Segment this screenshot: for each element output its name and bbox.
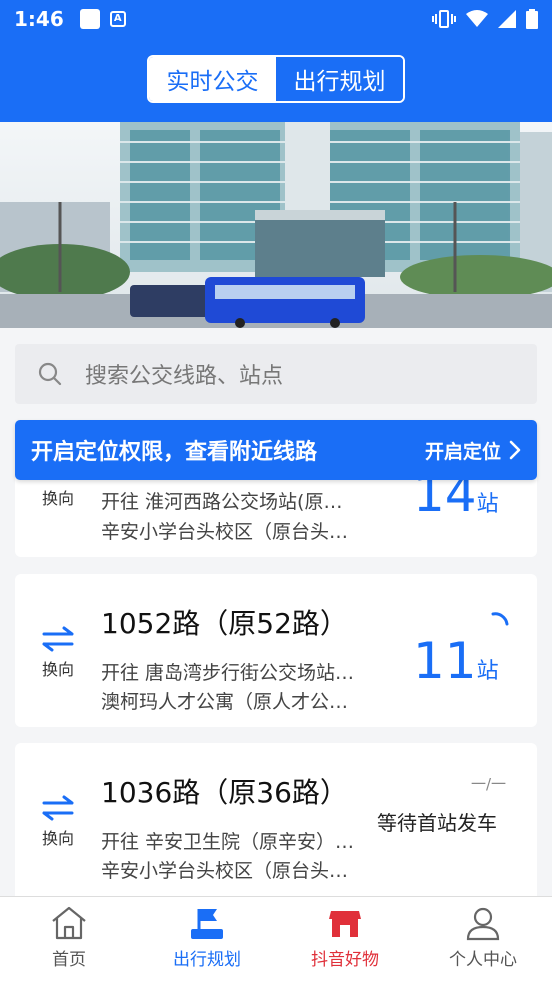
status-time: 1:46 [14, 7, 64, 31]
route-origin: 澳柯玛人才公寓（原人才公… [101, 691, 349, 713]
wifi-icon [466, 10, 488, 27]
battery-icon [526, 9, 538, 29]
user-icon [466, 907, 500, 941]
app-notification-icon: A [109, 11, 126, 27]
tab-trip-plan[interactable]: 出行规划 [138, 897, 276, 981]
arrival-placeholder: 一/一 [471, 775, 507, 793]
route-card[interactable]: 换向 1036路（原36路） 开往 辛安卫生院（原辛安）… 辛安小学台头校区（原… [15, 743, 537, 896]
vibrate-icon [432, 10, 456, 28]
route-destination: 开往 辛安卫生院（原辛安）… [101, 831, 355, 853]
top-header: 实时公交 出行规划 [0, 38, 552, 122]
tab-shop-label: 抖音好物 [311, 950, 379, 970]
tab-trip-plan-label: 出行规划 [173, 950, 241, 970]
stops-away: 11站 [413, 632, 499, 690]
swap-label: 换向 [41, 489, 74, 508]
search-bar[interactable]: 搜索公交线路、站点 [15, 344, 537, 404]
search-icon [38, 362, 62, 386]
swap-label: 换向 [41, 660, 74, 679]
tab-profile-label: 个人中心 [449, 950, 517, 970]
swap-direction-button[interactable]: 换向 [39, 626, 77, 680]
swap-arrows-icon [42, 626, 74, 652]
arrival-status: 等待首站发车 [377, 811, 497, 835]
route-title: 1036路（原36路） [101, 776, 348, 809]
route-destination: 开往 淮河西路公交场站(原… [101, 491, 343, 513]
tab-home[interactable]: 首页 [0, 897, 138, 981]
enable-location-button[interactable]: 开启定位 [425, 437, 521, 464]
search-placeholder: 搜索公交线路、站点 [85, 364, 284, 389]
swap-arrows-icon [42, 795, 74, 821]
status-bar: 1:46 A [0, 0, 552, 38]
tab-realtime-bus[interactable]: 实时公交 [149, 57, 276, 101]
swap-label: 换向 [41, 829, 74, 848]
signal-icon [498, 10, 516, 28]
bottom-tab-bar: 首页 出行规划 抖音好物 个人中心 [0, 896, 552, 981]
enable-location-label: 开启定位 [424, 440, 501, 463]
route-card[interactable]: 换向 1052路（原52路） 开往 唐岛湾步行街公交场站… 澳柯玛人才公寓（原人… [15, 574, 537, 727]
location-banner-text: 开启定位权限，查看附近线路 [31, 440, 318, 465]
chevron-right-icon [509, 440, 521, 460]
tab-profile[interactable]: 个人中心 [414, 897, 552, 981]
stops-unit: 站 [476, 492, 499, 517]
notification-icon [79, 9, 100, 29]
tab-home-label: 首页 [52, 950, 86, 970]
shop-icon [329, 911, 361, 937]
swap-direction-button[interactable]: 换向 [39, 795, 77, 849]
route-destination: 开往 唐岛湾步行街公交场站… [101, 662, 355, 684]
route-title: 1052路（原52路） [101, 607, 348, 640]
tab-trip-planning[interactable]: 出行规划 [276, 57, 403, 101]
route-origin: 辛安小学台头校区（原台头… [101, 521, 349, 543]
location-permission-banner: 开启定位权限，查看附近线路 开启定位 [15, 420, 537, 480]
flag-icon [191, 909, 223, 939]
stops-unit: 站 [476, 659, 499, 684]
swap-direction-button[interactable]: 换向 [39, 485, 77, 509]
stops-number: 11 [413, 632, 477, 690]
home-icon [52, 906, 86, 940]
banner-image[interactable] [0, 122, 552, 328]
route-origin: 辛安小学台头校区（原台头… [101, 860, 349, 882]
loading-spinner-icon [491, 612, 509, 626]
mode-segmented-control: 实时公交 出行规划 [147, 55, 405, 103]
tab-shop[interactable]: 抖音好物 [276, 897, 414, 981]
